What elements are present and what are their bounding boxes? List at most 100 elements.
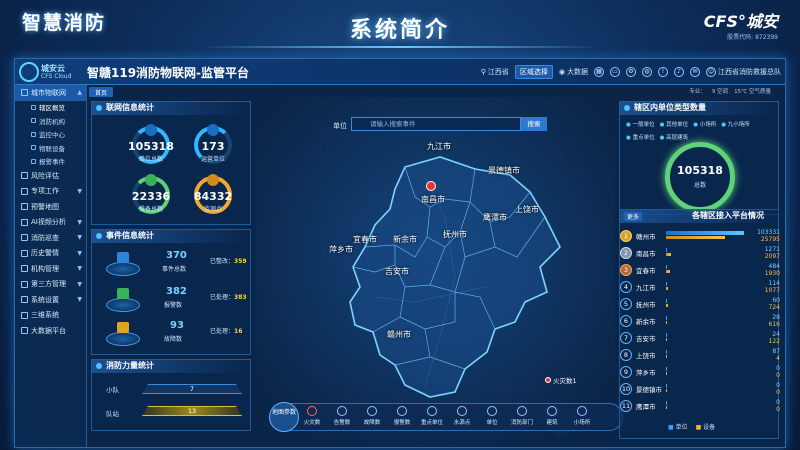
event-pedestal — [106, 262, 140, 276]
layer-key-unit[interactable]: 重点单位 — [419, 403, 445, 426]
rank-row[interactable]: 9 萍乡市 0 0 — [620, 364, 780, 381]
monitor-icon[interactable]: ▭ — [610, 67, 620, 77]
sidebar-sub-overview[interactable]: 辖区概览 — [15, 101, 86, 115]
city-icon — [21, 89, 28, 97]
city-label-shangrao[interactable]: 上饶市 — [515, 204, 539, 215]
layer-small-venue[interactable]: 小场所 — [569, 403, 595, 426]
mail-icon[interactable]: ✉ — [690, 67, 700, 77]
device-bar — [666, 287, 669, 290]
more-tag[interactable]: 更多 — [624, 212, 643, 221]
rank-row[interactable]: 5 抚州市 60 724 — [620, 296, 780, 313]
unit-count: 0 — [776, 399, 780, 406]
unit-bar — [666, 231, 744, 235]
rank-city-name: 鹰潭市 — [636, 403, 656, 411]
city-label-jiujiang[interactable]: 九江市 — [427, 141, 451, 152]
device-count: 0 — [776, 406, 780, 413]
city-label-pingxiang[interactable]: 萍乡市 — [329, 244, 353, 255]
fire-marker-icon[interactable] — [545, 377, 551, 383]
bigdata-button[interactable]: ◉ 大数据 — [559, 67, 588, 77]
sidebar-item-org[interactable]: 机构管理 ▼ — [15, 261, 86, 277]
sidebar-item-bigdata[interactable]: 大数据平台 — [15, 323, 86, 339]
sidebar-item-history[interactable]: 历史警情 ▼ — [15, 246, 86, 262]
sidebar-sub-devices[interactable]: 物联设备 — [15, 141, 86, 155]
city-label-nanchang[interactable]: 南昌市 — [421, 194, 445, 205]
layer-fire[interactable]: 火灾数 — [299, 403, 325, 426]
user-menu[interactable]: ☺ 江西省消防救援总队 — [706, 67, 781, 77]
logo-en: CFS Cloud — [41, 73, 72, 80]
settings-icon[interactable]: ⚙ — [626, 67, 636, 77]
search-button[interactable]: 搜索 — [521, 117, 547, 131]
devices-total-label: 设备总数 — [138, 206, 163, 213]
rank-row[interactable]: 7 吉安市 24 122 — [620, 330, 780, 347]
force-bar-station: 13 — [142, 406, 242, 416]
rank-row[interactable]: 1 赣州市 103331 25795 — [620, 228, 780, 245]
map-params-button[interactable]: 地图参数 — [269, 402, 299, 432]
unit-count: 484 — [768, 263, 780, 270]
panel-title: 事件信息统计 — [92, 230, 250, 243]
panel-title: 各辖区接入平台情况 — [620, 210, 778, 223]
sidebar-item-settings[interactable]: 系统设置 ▼ — [15, 292, 86, 308]
alarm-event-icon — [31, 158, 36, 164]
rank-row[interactable]: 6 新余市 28 616 — [620, 313, 780, 330]
cloud-logo-icon — [19, 62, 39, 82]
rank-row[interactable]: 3 宜春市 484 1930 — [620, 262, 780, 279]
sidebar-sub-agencies[interactable]: 消防机构 — [15, 114, 86, 128]
unit-count: 24 — [772, 331, 780, 338]
device-bar — [666, 321, 668, 324]
globe-icon[interactable]: ◍ — [642, 67, 652, 77]
unit-bar — [666, 367, 667, 371]
layer-fault[interactable]: 故障数 — [359, 403, 385, 426]
device-icon — [31, 145, 36, 151]
sidebar-item-3d[interactable]: 三维系统 — [15, 308, 86, 324]
sidebar-item-third-party[interactable]: 第三方管理 ▼ — [15, 277, 86, 293]
city-label-ganzhou[interactable]: 赣州市 — [387, 329, 411, 340]
sidebar-sub-alarms[interactable]: 报警事件 — [15, 155, 86, 169]
layer-water[interactable]: 水源点 — [449, 403, 475, 426]
rank-city-name: 新余市 — [636, 318, 656, 326]
location-selector[interactable]: ⚲ 江西省 — [481, 67, 509, 77]
rank-city-name: 景德镇市 — [636, 386, 662, 394]
grid-icon[interactable]: ▦ — [594, 67, 604, 77]
sidebar-sub-monitor[interactable]: 监控中心 — [15, 128, 86, 142]
layer-building[interactable]: 建筑 — [539, 403, 565, 426]
force-row-label: 队站 — [106, 410, 119, 418]
sidebar-item-special[interactable]: 专项工作 ▼ — [15, 184, 86, 200]
unit-count: 0 — [776, 382, 780, 389]
layer-fire-dept[interactable]: 消防部门 — [509, 403, 535, 426]
region-select-button[interactable]: 区域选择 — [514, 65, 553, 79]
unit-bar — [666, 316, 667, 320]
device-count: 25795 — [760, 236, 780, 243]
warning-icon — [337, 406, 347, 416]
app-logo[interactable]: 城安云 CFS Cloud — [19, 62, 79, 82]
breadcrumb-home[interactable]: 首页 — [89, 87, 114, 97]
rank-city-name: 抚州市 — [636, 301, 656, 309]
city-label-yingtan[interactable]: 鹰潭市 — [483, 212, 507, 223]
sidebar-group-city-iot[interactable]: 城市物联网 ▲ — [15, 85, 86, 101]
city-label-fuzhou[interactable]: 抚州市 — [443, 229, 467, 240]
rank-row[interactable]: 2 南昌市 1271 2097 — [620, 245, 780, 262]
screen-icon: ◉ — [558, 68, 565, 76]
layer-alarm[interactable]: 报警数 — [389, 403, 415, 426]
rank-row[interactable]: 11 鹰潭市 0 0 — [620, 398, 780, 415]
search-input[interactable]: 请输入搜索事件 — [351, 117, 521, 131]
bell-icon[interactable]: ♪ — [674, 67, 684, 77]
alarm-icon[interactable]: ! — [658, 67, 668, 77]
city-label-jian[interactable]: 吉安市 — [385, 266, 409, 277]
city-label-jingdezhen[interactable]: 景德镇市 — [488, 165, 520, 176]
rank-row[interactable]: 10 景德镇市 0 0 — [620, 381, 780, 398]
city-label-yichun[interactable]: 宜春市 — [353, 234, 377, 245]
fire-count-label: 火灾数1 — [553, 377, 577, 385]
layer-warning[interactable]: 告警数 — [329, 403, 355, 426]
sidebar-item-ai-video[interactable]: AI视频分析 ▼ — [15, 215, 86, 231]
layer-unit[interactable]: 单位 — [479, 403, 505, 426]
brand-right-logo: CFS°城安 股票代码: 872399 — [704, 8, 778, 41]
sidebar-item-risk[interactable]: 风险评估 — [15, 168, 86, 184]
rank-row[interactable]: 4 九江市 114 1077 — [620, 279, 780, 296]
sidebar-item-warning-map[interactable]: 预警地图 — [15, 199, 86, 215]
warning-map-icon — [21, 203, 28, 211]
rank-row[interactable]: 8 上饶市 87 4 — [620, 347, 780, 364]
city-label-xinyu[interactable]: 新余市 — [393, 234, 417, 245]
sidebar-item-patrol[interactable]: 消防巡查 ▼ — [15, 230, 86, 246]
weather-info: 专业： 9 空调 15℃ 空气质量 — [689, 87, 771, 95]
fire-marker-icon[interactable] — [426, 181, 436, 191]
